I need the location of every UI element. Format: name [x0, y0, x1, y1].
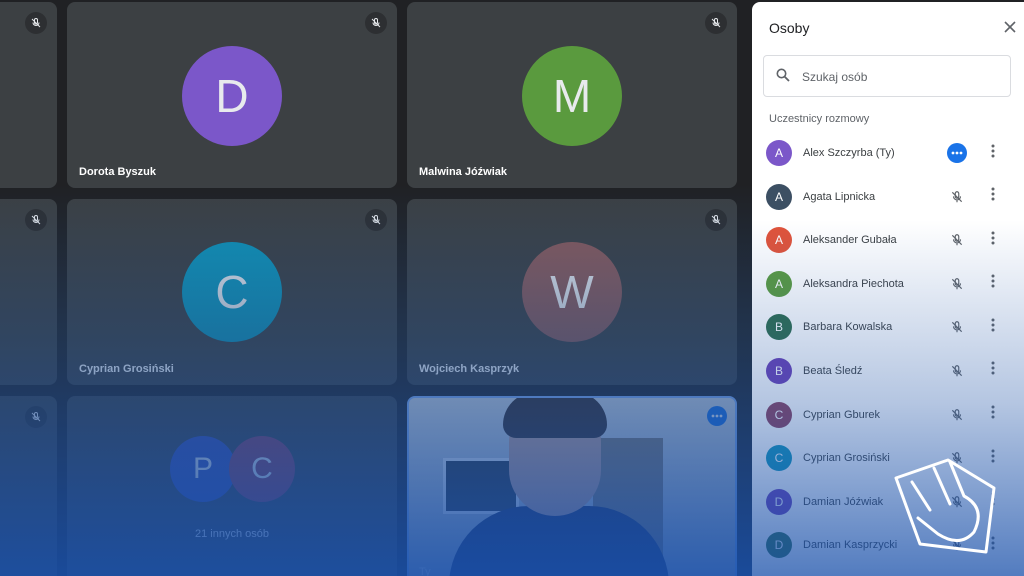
panel-title: Osoby [769, 20, 810, 36]
participant-row[interactable]: A Agata Lipnicka [752, 174, 1024, 218]
more-options-button[interactable] [984, 187, 1002, 207]
participant-name: Damian Kasprzycki [803, 539, 898, 552]
mic-off-icon[interactable] [947, 361, 967, 381]
avatar: P [170, 436, 236, 502]
section-label: Uczestnicy rozmowy [769, 113, 870, 125]
more-options-button[interactable] [984, 405, 1002, 425]
mic-off-icon[interactable] [947, 274, 967, 294]
partial-tile-middle[interactable] [0, 199, 57, 385]
avatar: M [522, 46, 622, 146]
mic-off-icon [705, 12, 727, 34]
self-label: Ty [419, 566, 431, 576]
more-vertical-icon [991, 187, 995, 206]
hand-logo-icon [894, 458, 996, 554]
close-panel-button[interactable] [1001, 18, 1019, 36]
more-vertical-icon [991, 405, 995, 424]
participant-row[interactable]: B Barbara Kowalska [752, 304, 1024, 348]
mic-off-icon [25, 12, 47, 34]
mic-off-icon [365, 12, 387, 34]
participant-tile[interactable]: W Wojciech Kasprzyk [407, 199, 737, 385]
mic-off-icon [365, 209, 387, 231]
wall-picture [443, 458, 519, 514]
more-horizontal-icon [711, 414, 723, 418]
self-video-tile[interactable]: Ty [407, 396, 737, 576]
mic-off-icon [705, 209, 727, 231]
person-hair [503, 398, 607, 438]
participant-row[interactable]: C Cyprian Gburek [752, 392, 1024, 436]
more-options-button[interactable] [984, 143, 1002, 163]
participant-name: Alex Szczyrba (Ty) [803, 147, 895, 159]
participant-name: Cyprian Gburek [803, 408, 881, 421]
participant-name: Cyprian Grosiński [79, 363, 174, 375]
participant-name: Dorota Byszuk [79, 166, 157, 178]
mic-off-icon [25, 406, 47, 428]
participant-row[interactable]: B Beata Śledź [752, 348, 1024, 392]
speaking-indicator-icon [947, 143, 967, 163]
mic-off-icon[interactable] [947, 317, 967, 337]
search-box[interactable] [763, 55, 1011, 97]
participant-name: Barbara Kowalska [803, 321, 893, 334]
more-vertical-icon [991, 274, 995, 293]
participant-avatar: B [766, 357, 792, 384]
mic-off-icon[interactable] [947, 230, 967, 250]
avatar: W [522, 242, 622, 342]
avatar: D [182, 46, 282, 146]
participant-avatar: D [766, 532, 792, 559]
participant-avatar: C [766, 401, 792, 428]
participant-name: Cyprian Grosiński [803, 452, 890, 465]
participant-avatar: D [766, 488, 792, 515]
participant-tile[interactable]: C Cyprian Grosiński [67, 199, 397, 385]
mic-off-icon [25, 209, 47, 231]
participant-avatar: A [766, 140, 792, 166]
others-count-label: 21 innych osób [195, 528, 269, 540]
participant-name: Damian Jóźwiak [803, 495, 884, 508]
participant-row[interactable]: A Alex Szczyrba (Ty) [752, 130, 1024, 174]
participant-name: Aleksander Gubała [803, 234, 897, 247]
more-options-button[interactable] [984, 317, 1002, 337]
participant-tile[interactable]: M Malwina Jóźwiak [407, 2, 737, 188]
search-input[interactable] [800, 66, 1004, 88]
avatar: C [229, 436, 295, 502]
more-vertical-icon [991, 231, 995, 250]
partial-tile-bottom[interactable] [0, 396, 57, 576]
participant-avatar: A [766, 183, 792, 210]
more-options-button[interactable] [984, 274, 1002, 294]
participant-name: Aleksandra Piechota [803, 277, 904, 290]
participant-row[interactable]: A Aleksandra Piechota [752, 261, 1024, 305]
mic-off-icon[interactable] [947, 405, 967, 425]
participant-tile[interactable]: D Dorota Byszuk [67, 2, 397, 188]
participant-avatar: C [766, 445, 792, 472]
participant-row[interactable]: A Aleksander Gubała [752, 217, 1024, 261]
participant-name: Wojciech Kasprzyk [419, 363, 520, 375]
partial-tile-top[interactable] [0, 2, 57, 188]
participant-name: Malwina Jóźwiak [419, 166, 508, 178]
others-tile[interactable]: P C 21 innych osób [67, 396, 397, 576]
more-vertical-icon [991, 318, 995, 337]
participant-name: Agata Lipnicka [803, 190, 876, 203]
tile-options-button[interactable] [707, 406, 727, 426]
participant-avatar: B [766, 314, 792, 341]
more-options-button[interactable] [984, 230, 1002, 250]
more-vertical-icon [991, 144, 995, 163]
participant-avatar: A [766, 227, 792, 254]
close-icon [1004, 21, 1016, 33]
more-vertical-icon [991, 361, 995, 380]
mic-off-icon[interactable] [947, 187, 967, 207]
search-icon [776, 68, 790, 87]
more-options-button[interactable] [984, 361, 1002, 381]
avatar: C [182, 242, 282, 342]
participant-name: Beata Śledź [803, 364, 863, 377]
participant-avatar: A [766, 270, 792, 297]
